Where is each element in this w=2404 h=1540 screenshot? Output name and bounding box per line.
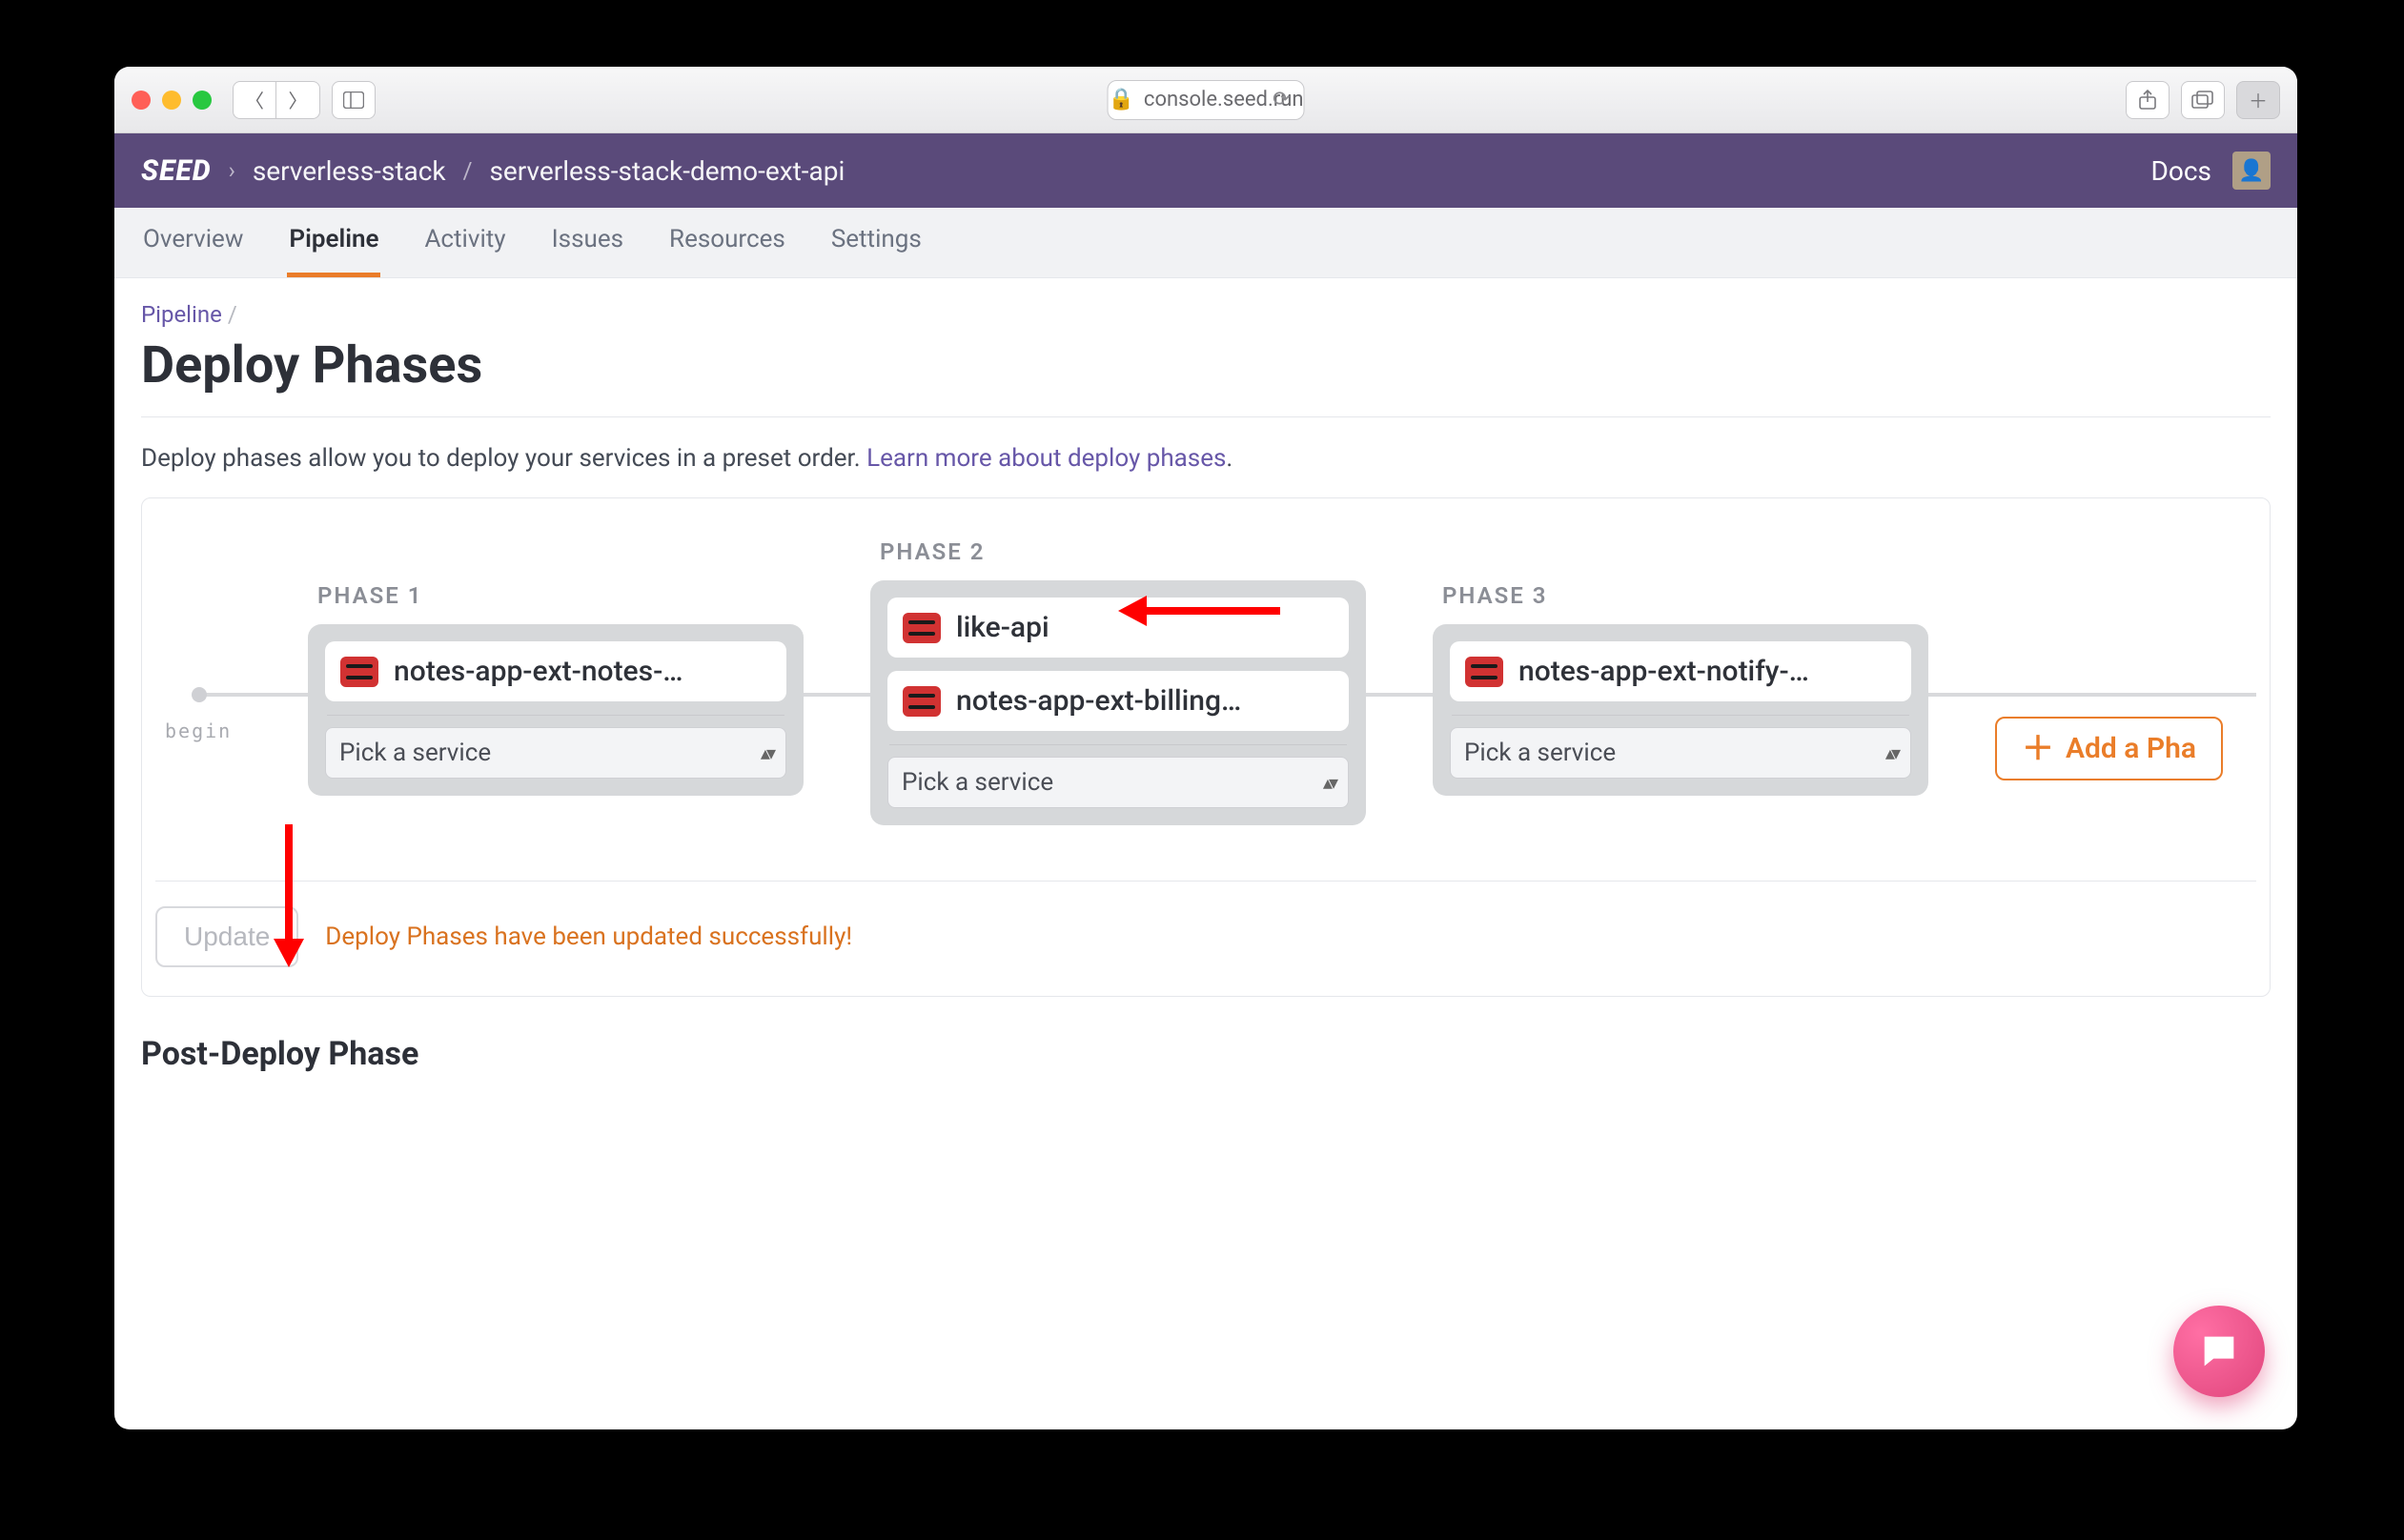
phase-2: PHASE 2 like-api notes-app-ext-billing… bbox=[870, 538, 1366, 825]
slash-separator: / bbox=[463, 157, 473, 184]
share-icon bbox=[2138, 90, 2157, 111]
new-tab-button[interactable]: ＋ bbox=[2236, 81, 2280, 119]
service-picker[interactable]: Pick a service ▴▾ bbox=[1450, 727, 1911, 779]
app-header: SEED › serverless-stack / serverless-sta… bbox=[114, 133, 2297, 208]
lock-icon: 🔒 bbox=[1109, 88, 1134, 111]
picker-placeholder: Pick a service bbox=[1464, 739, 1616, 767]
service-name: notes-app-ext-billing… bbox=[956, 684, 1241, 718]
nav-back-forward[interactable]: 〈 〉 bbox=[233, 81, 320, 119]
avatar[interactable]: 👤 bbox=[2232, 152, 2271, 190]
service-picker[interactable]: Pick a service ▴▾ bbox=[887, 757, 1349, 808]
tabs-button[interactable] bbox=[2181, 81, 2225, 119]
chevron-updown-icon: ▴▾ bbox=[761, 743, 772, 762]
phase-box: notes-app-ext-notify-… Pick a service ▴▾ bbox=[1433, 624, 1928, 796]
sidebar-toggle-button[interactable] bbox=[332, 81, 376, 119]
picker-placeholder: Pick a service bbox=[902, 768, 1053, 797]
intro-text: Deploy phases allow you to deploy your s… bbox=[141, 444, 2271, 473]
phase-1: PHASE 1 notes-app-ext-notes-… Pick a ser… bbox=[308, 582, 804, 796]
annotation-arrow-down bbox=[279, 824, 298, 967]
picker-placeholder: Pick a service bbox=[339, 739, 491, 767]
phases-panel: begin PHASE 1 notes-app-ext-notes-… bbox=[141, 497, 2271, 997]
panel-footer: Update Deploy Phases have been updated s… bbox=[155, 881, 2256, 967]
tab-pipeline[interactable]: Pipeline bbox=[287, 225, 380, 277]
divider bbox=[1452, 715, 1909, 716]
intro-sentence: Deploy phases allow you to deploy your s… bbox=[141, 444, 866, 473]
tabs-icon bbox=[2191, 91, 2214, 110]
divider bbox=[889, 744, 1347, 745]
service-name: notes-app-ext-notify-… bbox=[1518, 655, 1809, 688]
breadcrumb-sep: / bbox=[228, 301, 237, 328]
phase-box: notes-app-ext-notes-… Pick a service ▴▾ bbox=[308, 624, 804, 796]
service-chip[interactable]: notes-app-ext-notes-… bbox=[325, 641, 786, 701]
reload-icon[interactable]: ⟳ bbox=[1273, 88, 1290, 111]
phase-label: PHASE 3 bbox=[1442, 582, 1928, 609]
forward-button[interactable]: 〉 bbox=[276, 81, 320, 119]
service-icon bbox=[1465, 657, 1503, 687]
service-icon bbox=[903, 613, 941, 643]
browser-toolbar: 〈 〉 🔒 console.seed.run ⟳ ＋ bbox=[114, 67, 2297, 133]
breadcrumb-app[interactable]: serverless-stack-demo-ext-api bbox=[489, 155, 845, 187]
service-icon bbox=[340, 657, 378, 687]
tab-activity[interactable]: Activity bbox=[422, 225, 507, 277]
minimize-window-icon[interactable] bbox=[162, 91, 181, 110]
learn-more-link[interactable]: Learn more about deploy phases bbox=[866, 444, 1226, 473]
breadcrumb-root[interactable]: Pipeline bbox=[141, 301, 222, 328]
window-controls[interactable] bbox=[132, 91, 212, 110]
service-name: notes-app-ext-notes-… bbox=[394, 655, 683, 688]
nav-tabs: Overview Pipeline Activity Issues Resour… bbox=[114, 208, 2297, 278]
chevron-updown-icon: ▴▾ bbox=[1323, 773, 1334, 792]
annotation-arrow-left bbox=[1118, 601, 1280, 620]
chevron-right-icon: › bbox=[229, 157, 235, 184]
browser-window: 〈 〉 🔒 console.seed.run ⟳ ＋ bbox=[114, 67, 2297, 1429]
chevron-updown-icon: ▴▾ bbox=[1885, 743, 1897, 762]
phases-area: begin PHASE 1 notes-app-ext-notes-… bbox=[155, 519, 2256, 863]
add-phase-button[interactable]: ＋ Add a Pha bbox=[1995, 717, 2223, 780]
plus-icon: ＋ bbox=[2022, 733, 2054, 765]
add-phase-label: Add a Pha bbox=[2066, 732, 2196, 765]
docs-link[interactable]: Docs bbox=[2151, 155, 2211, 187]
address-bar[interactable]: 🔒 console.seed.run ⟳ bbox=[1108, 80, 1305, 120]
service-chip[interactable]: notes-app-ext-notify-… bbox=[1450, 641, 1911, 701]
divider bbox=[141, 416, 2271, 417]
breadcrumb: Pipeline/ bbox=[141, 301, 2271, 328]
phase-label: PHASE 1 bbox=[317, 582, 804, 609]
tab-issues[interactable]: Issues bbox=[550, 225, 625, 277]
tab-resources[interactable]: Resources bbox=[667, 225, 787, 277]
service-icon bbox=[903, 686, 941, 717]
divider bbox=[327, 715, 784, 716]
back-button[interactable]: 〈 bbox=[233, 81, 276, 119]
sidebar-icon bbox=[343, 91, 364, 109]
chat-icon bbox=[2197, 1329, 2241, 1373]
service-name: like-api bbox=[956, 611, 1049, 644]
phase-3: PHASE 3 notes-app-ext-notify-… Pick a se… bbox=[1433, 582, 1928, 796]
page-title: Deploy Phases bbox=[141, 335, 2271, 395]
fullscreen-window-icon[interactable] bbox=[193, 91, 212, 110]
tab-settings[interactable]: Settings bbox=[829, 225, 924, 277]
tab-overview[interactable]: Overview bbox=[141, 225, 245, 277]
page-content: Pipeline/ Deploy Phases Deploy phases al… bbox=[114, 278, 2297, 1138]
post-deploy-heading: Post-Deploy Phase bbox=[141, 1035, 2271, 1073]
share-button[interactable] bbox=[2126, 81, 2170, 119]
logo[interactable]: SEED bbox=[141, 154, 212, 188]
chat-widget-button[interactable] bbox=[2173, 1306, 2265, 1397]
service-chip[interactable]: notes-app-ext-billing… bbox=[887, 671, 1349, 731]
breadcrumb-org[interactable]: serverless-stack bbox=[253, 155, 446, 187]
service-picker[interactable]: Pick a service ▴▾ bbox=[325, 727, 786, 779]
close-window-icon[interactable] bbox=[132, 91, 151, 110]
phase-label: PHASE 2 bbox=[880, 538, 1366, 565]
success-message: Deploy Phases have been updated successf… bbox=[325, 922, 852, 951]
